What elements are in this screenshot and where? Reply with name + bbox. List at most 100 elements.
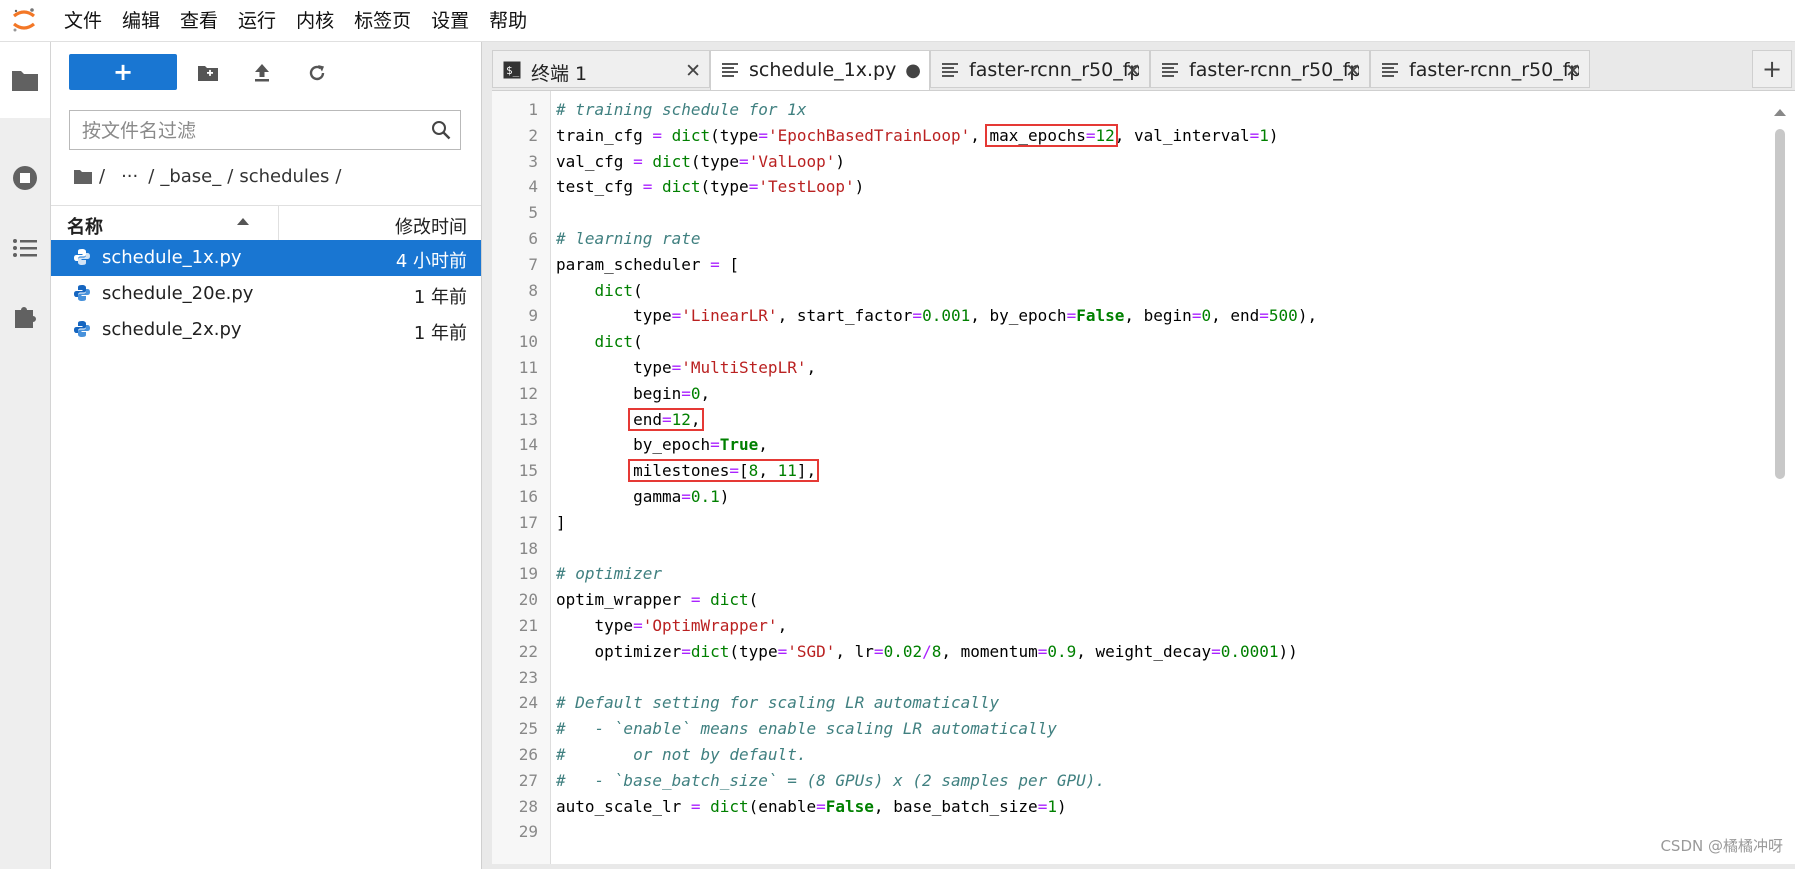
home-folder-icon[interactable] <box>73 168 93 185</box>
line-number: 7 <box>528 254 538 274</box>
code-token: / <box>922 641 932 661</box>
line-number: 9 <box>528 306 538 326</box>
code-token: (type <box>710 125 759 145</box>
code-token: = <box>681 641 691 661</box>
code-token: # or not by default. <box>556 745 807 764</box>
sort-ascending-icon[interactable] <box>236 217 250 226</box>
menu-item-5[interactable]: 标签页 <box>354 0 411 41</box>
code-token: )) <box>1278 641 1298 661</box>
toc-tab[interactable] <box>9 232 41 264</box>
breadcrumb-ellipsis[interactable]: ··· <box>121 166 138 187</box>
jupyter-logo-icon <box>13 8 35 32</box>
code-token: = <box>739 151 749 171</box>
code-line: optim_wrapper = dict( <box>556 587 758 612</box>
code-token: val_cfg <box>556 151 634 171</box>
breadcrumb-base[interactable]: _base_ <box>160 166 221 187</box>
editor-scrollbar[interactable] <box>1773 99 1787 859</box>
file-row[interactable]: schedule_2x.py 1 年前 <box>51 312 481 348</box>
breadcrumb-sep: / <box>335 165 342 187</box>
upload-icon <box>255 64 269 82</box>
python-file-icon <box>74 285 90 301</box>
line-number: 29 <box>518 822 538 842</box>
column-divider[interactable] <box>278 206 279 240</box>
file-row[interactable]: schedule_20e.py 1 年前 <box>51 276 481 312</box>
tab-label: faster-rcnn_r50_fpn.p <box>1189 59 1359 81</box>
menu-item-6[interactable]: 设置 <box>431 0 469 41</box>
menu-item-0[interactable]: 文件 <box>64 0 102 41</box>
name-column-header[interactable]: 名称 <box>67 213 103 239</box>
running-tab[interactable] <box>9 162 41 194</box>
code-token: , <box>806 358 817 377</box>
code-token: = <box>710 435 720 455</box>
breadcrumb-schedules[interactable]: schedules <box>239 166 329 187</box>
file-row[interactable]: schedule_1x.py 4 小时前 <box>51 240 481 276</box>
line-number: 15 <box>518 461 538 481</box>
line-number: 13 <box>518 409 538 429</box>
code-token: 'OptimWrapper' <box>642 616 778 635</box>
tab-2[interactable]: faster-rcnn_r50_fpn_✕ <box>930 50 1150 88</box>
line-number: 5 <box>528 203 538 223</box>
scroll-thumb[interactable] <box>1775 129 1785 479</box>
code-token: ] <box>556 512 566 532</box>
refresh-button[interactable] <box>302 58 332 88</box>
code-token: # optimizer <box>556 564 662 584</box>
line-number: 8 <box>528 280 538 300</box>
code-token: 0 <box>1201 306 1212 326</box>
code-token: False <box>825 796 874 816</box>
menu-item-7[interactable]: 帮助 <box>489 0 527 41</box>
code-token: ) <box>835 151 846 171</box>
code-line: train_cfg = dict(type='EpochBasedTrainLo… <box>556 123 1279 148</box>
code-line: type='MultiStepLR', <box>556 355 816 380</box>
new-folder-button[interactable] <box>193 58 223 88</box>
menu-item-4[interactable]: 内核 <box>296 0 334 41</box>
code-content[interactable]: # training schedule for 1x train_cfg = di… <box>556 91 1766 864</box>
code-token: [ <box>719 254 740 274</box>
file-filter-input[interactable] <box>80 111 414 151</box>
unsaved-dot-icon[interactable]: ● <box>905 60 921 81</box>
code-token: ) <box>1268 125 1279 145</box>
code-token: , momentum <box>941 641 1038 661</box>
close-icon[interactable]: ✕ <box>1345 60 1361 82</box>
code-token: auto_scale_lr <box>556 796 691 816</box>
code-line: # Default setting for scaling LR automat… <box>556 690 999 715</box>
tab-1[interactable]: schedule_1x.py ● <box>710 50 930 90</box>
code-editor[interactable]: 1 2 3 4 5 6 7 8 9 10 11 12 13 14 15 16 17 18 19 20 21 22 23 24 2… <box>492 90 1795 864</box>
scroll-up-icon[interactable] <box>1773 107 1787 117</box>
code-line: # - `base_batch_size` = (8 GPUs) x (2 sa… <box>556 768 1105 793</box>
code-token: , start_factor <box>777 306 913 326</box>
close-icon[interactable]: ✕ <box>685 60 701 82</box>
menu-item-2[interactable]: 查看 <box>180 0 218 41</box>
line-number: 3 <box>528 151 538 171</box>
highlight-end <box>628 407 704 431</box>
modified-column-header[interactable]: 修改时间 <box>395 213 467 239</box>
new-launcher-button[interactable]: + <box>69 54 177 90</box>
tab-3[interactable]: faster-rcnn_r50_fpn.p✕ <box>1150 50 1370 88</box>
menu-item-1[interactable]: 编辑 <box>122 0 160 41</box>
code-token: (enable <box>748 796 817 816</box>
menu-item-3[interactable]: 运行 <box>238 0 276 41</box>
tab-4[interactable]: faster-rcnn_r50_fpn_✕ <box>1370 50 1590 88</box>
code-line: # training schedule for 1x <box>556 97 806 122</box>
close-icon[interactable]: ✕ <box>1565 60 1581 82</box>
code-token: , <box>777 616 788 635</box>
close-icon[interactable]: ✕ <box>1125 60 1141 82</box>
code-token: = <box>690 796 701 816</box>
code-token: 500 <box>1268 306 1298 326</box>
line-number: 4 <box>528 177 538 197</box>
line-number: 24 <box>518 693 538 713</box>
line-number: 28 <box>518 796 538 816</box>
file-text-icon <box>1162 63 1178 77</box>
activity-bar <box>0 42 51 869</box>
upload-button[interactable] <box>247 58 277 88</box>
search-icon[interactable] <box>431 120 451 140</box>
code-token: ( <box>748 590 759 610</box>
add-tab-button[interactable]: + <box>1752 50 1792 88</box>
file-browser-tab[interactable] <box>0 42 50 118</box>
tab-0[interactable]: $_ 终端 1 ✕ <box>492 50 710 88</box>
file-filter-box <box>69 110 461 151</box>
menu-items: 文件 编辑 查看 运行 内核 标签页 设置 帮助 <box>64 0 547 41</box>
code-token: 0.0001 <box>1220 641 1279 661</box>
extensions-tab[interactable] <box>9 300 41 332</box>
tab-bar: $_ 终端 1 ✕ schedule_1x.py ● faster-rcnn_r50_fp… <box>492 50 1795 90</box>
code-token: test_cfg <box>556 177 643 197</box>
